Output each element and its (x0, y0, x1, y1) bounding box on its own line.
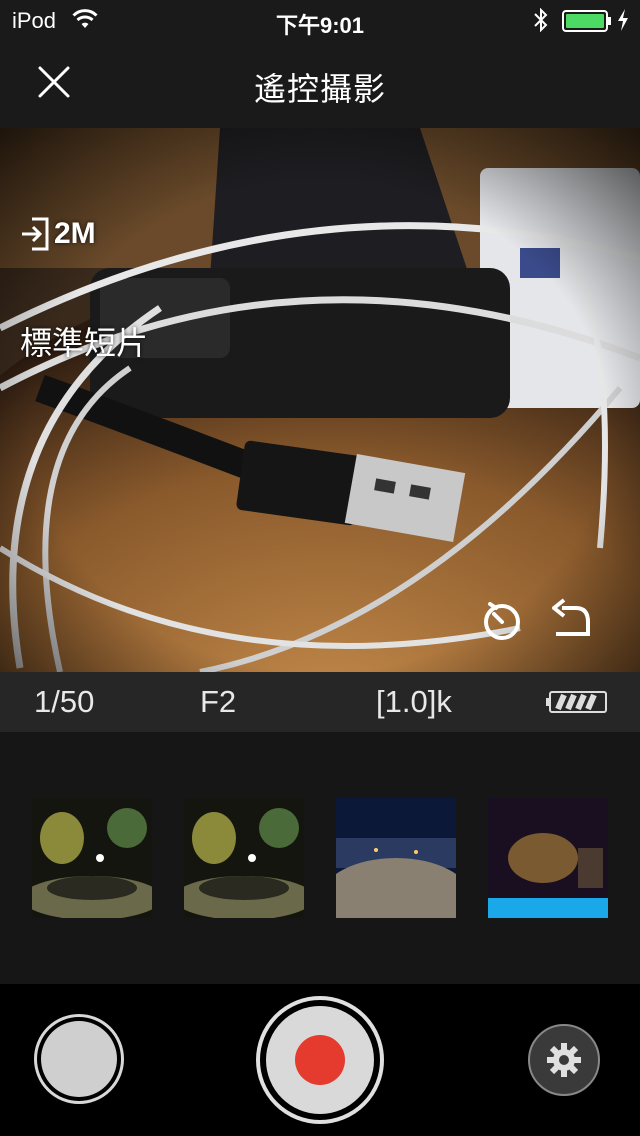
resolution-indicator: 2M (20, 216, 96, 252)
self-timer-icon[interactable] (480, 598, 524, 647)
bluetooth-icon (532, 7, 550, 37)
aperture-value: F2 (200, 684, 237, 719)
resolution-label: 2M (54, 217, 96, 250)
photo-shutter-inner (41, 1021, 117, 1097)
camera-battery-icon (544, 690, 608, 719)
preview-image (0, 128, 640, 672)
live-preview[interactable]: 2M 標準短片 (0, 128, 640, 672)
record-dot-icon (295, 1035, 345, 1085)
white-balance-value: [1.0]k (376, 684, 452, 719)
record-button[interactable] (256, 996, 384, 1124)
import-icon (22, 217, 49, 251)
page-title: 遙控攝影 (253, 71, 386, 107)
settings-button[interactable] (528, 1024, 600, 1096)
record-button-inner (266, 1006, 374, 1114)
photo-shutter-button[interactable] (34, 1014, 124, 1104)
charging-icon (616, 8, 630, 37)
shooting-mode-label: 標準短片 (20, 325, 149, 361)
nav-bar: 遙控攝影 (0, 40, 640, 128)
thumbnail-1[interactable] (32, 798, 152, 918)
thumbnail-4[interactable] (488, 798, 608, 918)
battery-icon (562, 10, 612, 37)
rotate-back-icon[interactable] (546, 598, 594, 647)
capture-controls (0, 984, 640, 1136)
exposure-info-bar: 1/50 F2 [1.0]k (0, 672, 640, 732)
thumbnail-2[interactable] (184, 798, 304, 918)
shutter-speed-value: 1/50 (34, 684, 95, 719)
recent-captures (0, 732, 640, 984)
status-bar: iPod 下午9:01 (0, 0, 640, 40)
thumbnail-3[interactable] (336, 798, 456, 918)
gear-icon (547, 1043, 581, 1077)
